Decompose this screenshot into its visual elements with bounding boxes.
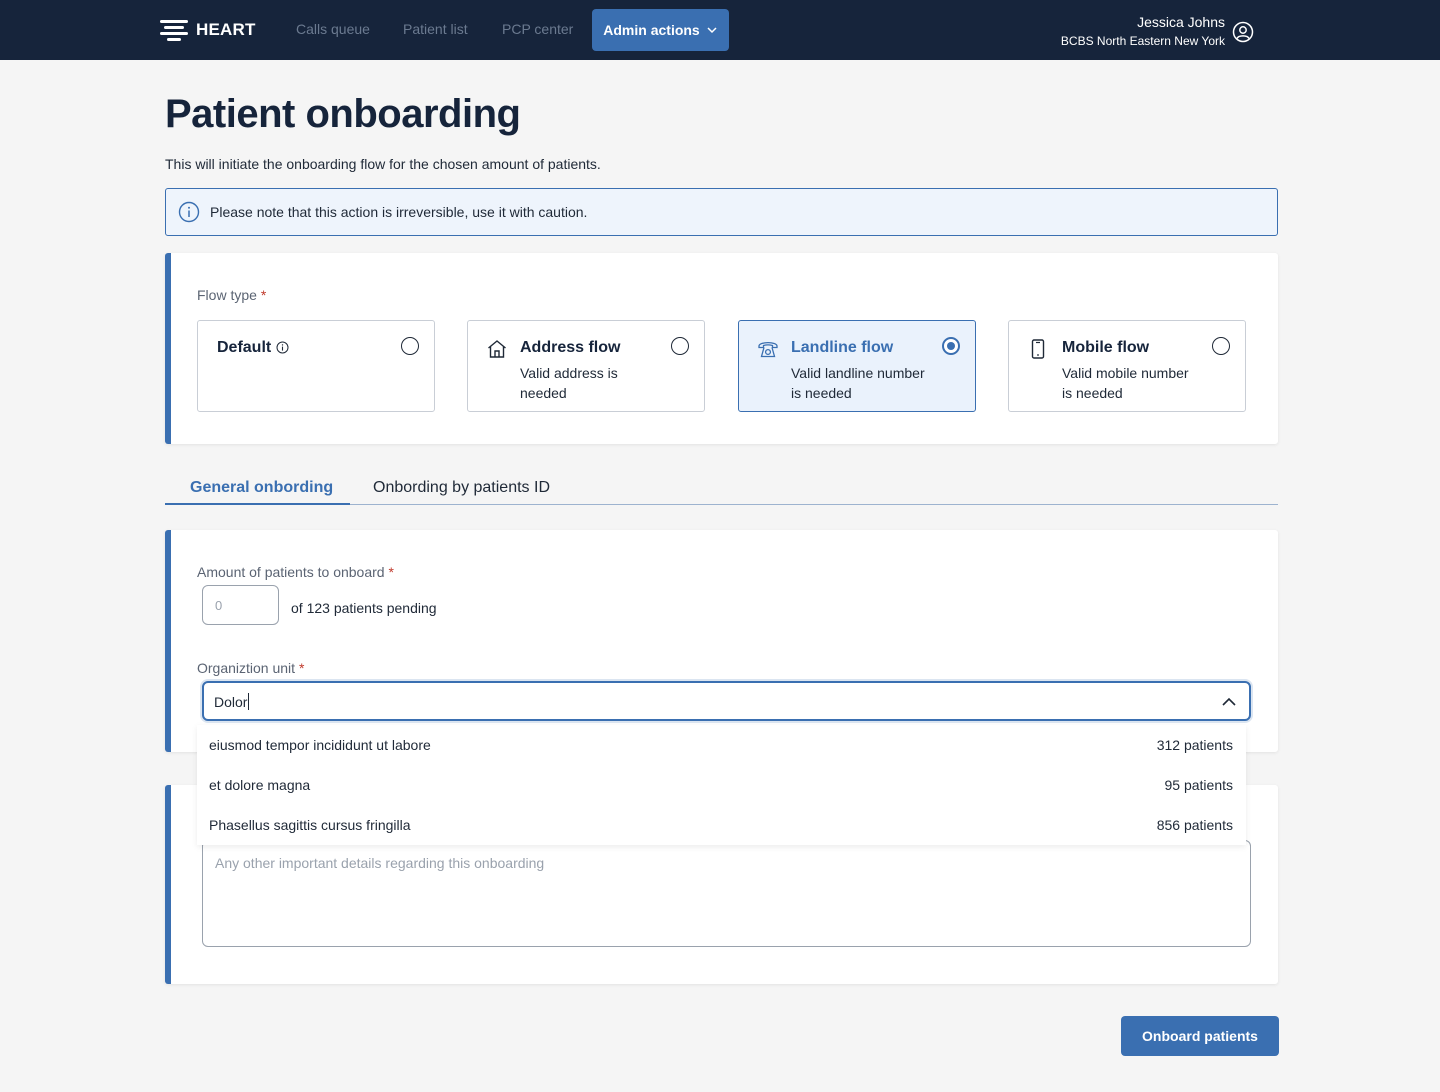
logo-icon: [160, 18, 188, 42]
option-count: 312 patients: [1156, 737, 1233, 753]
dropdown-option[interactable]: Phasellus sagittis cursus fringilla 856 …: [197, 805, 1246, 845]
flow-type-card: Flow type * Default Address flow Valid a…: [165, 253, 1278, 444]
option-count: 95 patients: [1164, 777, 1234, 793]
landline-phone-icon: [758, 341, 778, 358]
info-icon: [178, 201, 200, 223]
flow-radio-default[interactable]: [401, 337, 419, 355]
amount-input[interactable]: 0: [202, 585, 279, 625]
logo-text: HEART: [196, 20, 256, 39]
info-icon[interactable]: [276, 341, 289, 354]
notice-text: Please note that this action is irrevers…: [210, 204, 588, 220]
heart-logo[interactable]: HEART: [160, 16, 256, 44]
tab-general-onboarding[interactable]: General onbording: [190, 479, 333, 497]
page-description: This will initiate the onboarding flow f…: [165, 156, 601, 172]
flow-option-title: Landline flow: [791, 339, 894, 356]
amount-label: Amount of patients to onboard *: [197, 564, 394, 580]
user-name: Jessica Johns: [1137, 14, 1225, 30]
flow-option-address[interactable]: Address flow Valid address is needed: [467, 320, 705, 412]
active-tab-indicator: [165, 503, 350, 505]
user-account-icon[interactable]: [1232, 21, 1254, 43]
tab-onboarding-by-id[interactable]: Onbording by patients ID: [373, 479, 550, 497]
option-name: Phasellus sagittis cursus fringilla: [209, 817, 411, 833]
details-textarea[interactable]: Any other important details regarding th…: [202, 840, 1251, 947]
flow-option-title: Address flow: [520, 339, 621, 356]
general-onboarding-card: Amount of patients to onboard * 0 of 123…: [165, 530, 1278, 752]
flow-option-title: Mobile flow: [1062, 339, 1150, 356]
flow-option-subtitle: Valid landline number is needed: [791, 365, 925, 401]
chevron-down-icon: [707, 27, 717, 34]
pending-patients-text: of 123 patients pending: [291, 600, 437, 616]
option-count: 856 patients: [1156, 817, 1233, 833]
dropdown-option[interactable]: eiusmod tempor incididunt ut labore 312 …: [197, 725, 1246, 765]
nav-admin-actions[interactable]: Admin actions: [592, 9, 729, 51]
nav-patient-list[interactable]: Patient list: [403, 21, 468, 37]
admin-actions-label: Admin actions: [603, 22, 700, 38]
onboarding-tabs: General onbording Onbording by patients …: [165, 470, 1278, 505]
user-org: BCBS North Eastern New York: [1060, 34, 1225, 48]
dropdown-option[interactable]: et dolore magna 95 patients: [197, 765, 1246, 805]
page-title: Patient onboarding: [165, 92, 521, 136]
warning-notice: Please note that this action is irrevers…: [165, 188, 1278, 236]
org-unit-dropdown-list: eiusmod tempor incididunt ut labore 312 …: [197, 725, 1246, 845]
flow-radio-mobile[interactable]: [1212, 337, 1230, 355]
flow-option-subtitle: Valid address is needed: [520, 365, 618, 401]
option-name: et dolore magna: [209, 777, 311, 793]
nav-pcp-center[interactable]: PCP center: [502, 21, 573, 37]
user-info: Jessica Johns BCBS North Eastern New Yor…: [1061, 14, 1225, 48]
org-unit-input-value[interactable]: Dolor: [214, 693, 250, 710]
chevron-up-icon[interactable]: [1221, 694, 1237, 710]
org-unit-label: Organiztion unit *: [197, 660, 305, 676]
flow-option-default[interactable]: Default: [197, 320, 435, 412]
org-unit-combobox[interactable]: Dolor: [202, 681, 1251, 721]
onboard-patients-button[interactable]: Onboard patients: [1121, 1016, 1279, 1056]
nav-calls-queue[interactable]: Calls queue: [296, 21, 370, 37]
option-name: eiusmod tempor incididunt ut labore: [209, 737, 431, 753]
flow-option-subtitle: Valid mobile number is needed: [1062, 365, 1189, 401]
flow-option-title: Default: [217, 339, 272, 356]
flow-type-label: Flow type *: [197, 287, 267, 303]
flow-option-landline[interactable]: Landline flow Valid landline number is n…: [738, 320, 976, 412]
flow-radio-address[interactable]: [671, 337, 689, 355]
flow-option-mobile[interactable]: Mobile flow Valid mobile number is neede…: [1008, 320, 1246, 412]
home-icon: [488, 340, 506, 358]
flow-radio-landline[interactable]: [942, 337, 960, 355]
top-navigation: HEART Calls queue Patient list PCP cente…: [0, 0, 1440, 60]
text-cursor: [248, 693, 250, 710]
mobile-phone-icon: [1031, 339, 1045, 359]
